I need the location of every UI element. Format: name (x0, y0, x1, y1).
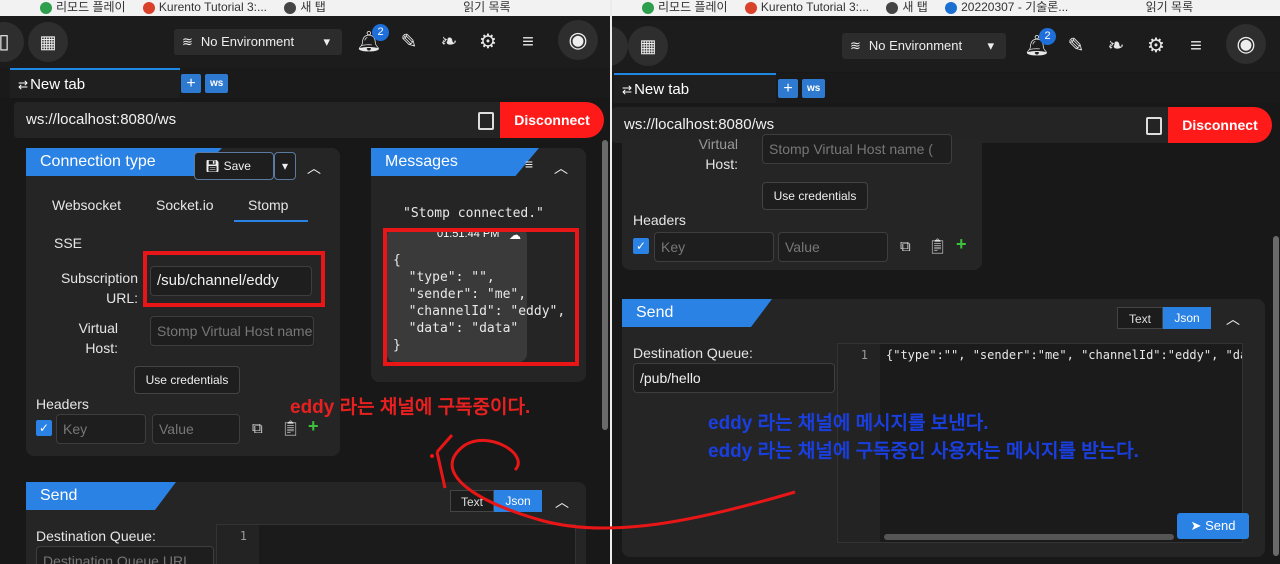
annotation-dot (430, 454, 434, 458)
annotation-arrow (430, 434, 796, 530)
annotation-arrow-head (435, 434, 454, 489)
annotation-arrow-path (450, 438, 796, 530)
